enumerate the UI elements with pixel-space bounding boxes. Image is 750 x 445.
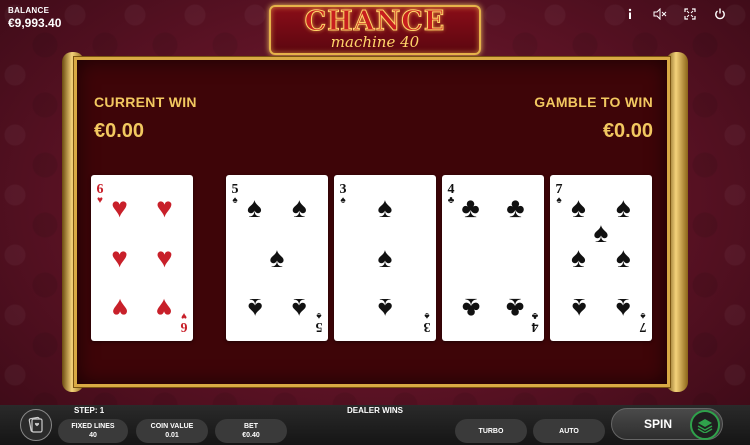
balance-label: BALANCE [8,6,50,15]
playing-card: 6 ♥ 6 ♥ ♥ ♥ ♥ ♥ ♥ ♥ [91,175,193,341]
card-corner-index: 4 ♣ [446,183,456,206]
card-pip: ♥ [111,242,128,273]
card-suit-small: ♠ [424,310,430,321]
coin-value-label: COIN VALUE [150,423,194,430]
fixed-lines-display: FIXED LINES 40 [58,419,128,443]
turbo-button[interactable]: TURBO [455,419,527,443]
card-pip: ♣ [506,292,525,324]
card-pip: ♠ [377,292,393,324]
card-pip: ♠ [269,242,285,273]
card-pip: ♠ [571,192,586,224]
card-suit-small: ♠ [640,310,646,321]
card-pip: ♠ [616,242,631,273]
card-pip: ♥ [156,242,173,273]
card-pip: ♣ [461,292,480,324]
current-win-value: €0.00 [94,120,145,142]
card-suit-small: ♣ [531,310,539,321]
turbo-label: TURBO [478,428,504,435]
card-corner-index: 6 ♥ [95,183,105,206]
playing-card: 4 ♣ 4 ♣ ♣ ♣ ♣ ♣ [442,175,544,341]
spin-label: SPIN [644,417,673,431]
card-corner-index: 3 ♠ [338,183,348,206]
bet-label: BET [244,423,258,430]
gamble-to-win-label: GAMBLE TO WIN [534,94,653,110]
step-indicator: STEP: 1 [74,406,105,415]
coin-value-selector[interactable]: COIN VALUE 0.01 [136,419,208,443]
card-pip: ♠ [571,292,586,324]
gamble-board: CURRENT WIN €0.00 GAMBLE TO WIN €0.00 6 ♥… [74,57,670,387]
top-toolbar [622,6,728,22]
card-pip: ♣ [461,192,480,224]
card-rank: 7 [639,319,647,334]
card-corner-index: 7 ♠ [638,310,648,334]
card-corner-index: 4 ♣ [530,310,540,334]
card-suit-small: ♥ [181,310,187,321]
balance-display: BALANCE €9,993.40 [8,6,61,30]
auto-label: AUTO [559,428,579,435]
card-rank: 6 [180,319,188,334]
card-corner-index: 5 ♠ [230,183,240,206]
card-pip: ♣ [506,192,525,224]
card-pip: ♠ [292,292,307,324]
card-rank: 3 [423,319,431,334]
info-icon[interactable] [622,6,638,22]
bet-value: €0.40 [242,432,260,439]
card-pip: ♥ [156,192,173,224]
card-pip: ♠ [377,192,393,224]
current-win-label: CURRENT WIN [94,94,197,110]
card-pip: ♠ [571,242,586,273]
card-pip: ♠ [593,217,609,249]
paytable-button[interactable] [20,409,52,441]
power-icon[interactable] [712,6,728,22]
card-pip: ♠ [247,192,262,224]
card-suit-small: ♥ [97,195,103,206]
card-pip: ♠ [616,292,631,324]
card-corner-index: 5 ♠ [314,310,324,334]
card-pip: ♠ [247,292,262,324]
card-suit-small: ♠ [232,195,238,206]
dealer-status: DEALER WINS [347,406,403,415]
coin-value-value: 0.01 [165,432,179,439]
card-suit-small: ♠ [340,195,346,206]
card-suit-small: ♠ [316,310,322,321]
card-corner-index: 6 ♥ [179,310,189,334]
balance-value: €9,993.40 [8,16,62,30]
fixed-lines-value: 40 [89,432,97,439]
mute-icon[interactable] [652,6,668,22]
card-pip: ♥ [156,292,173,324]
card-pip: ♥ [111,192,128,224]
bet-selector[interactable]: BET €0.40 [215,419,287,443]
playing-card: 5 ♠ 5 ♠ ♠ ♠ ♠ ♠ ♠ [226,175,328,341]
card-pip: ♠ [616,192,631,224]
fixed-lines-label: FIXED LINES [71,423,115,430]
logo-subtitle: machine 40 [330,33,420,51]
gamble-to-win-value: €0.00 [602,120,653,142]
card-rank: 5 [315,319,323,334]
card-pip: ♠ [377,242,393,273]
game-logo: CHANCE machine 40 [269,5,481,55]
cards-icon [28,416,43,433]
auto-button[interactable]: AUTO [533,419,605,443]
card-suit-small: ♣ [447,195,455,206]
fullscreen-icon[interactable] [682,6,698,22]
card-corner-index: 7 ♠ [554,183,564,206]
card-pip: ♥ [111,292,128,324]
spin-stack-icon[interactable] [690,410,720,440]
card-pip: ♠ [292,192,307,224]
card-corner-index: 3 ♠ [422,310,432,334]
playing-card: 7 ♠ 7 ♠ ♠ ♠ ♠ ♠ ♠ ♠ ♠ [550,175,652,341]
card-suit-small: ♠ [556,195,562,206]
card-rank: 4 [531,319,539,334]
playing-card: 3 ♠ 3 ♠ ♠ ♠ ♠ [334,175,436,341]
